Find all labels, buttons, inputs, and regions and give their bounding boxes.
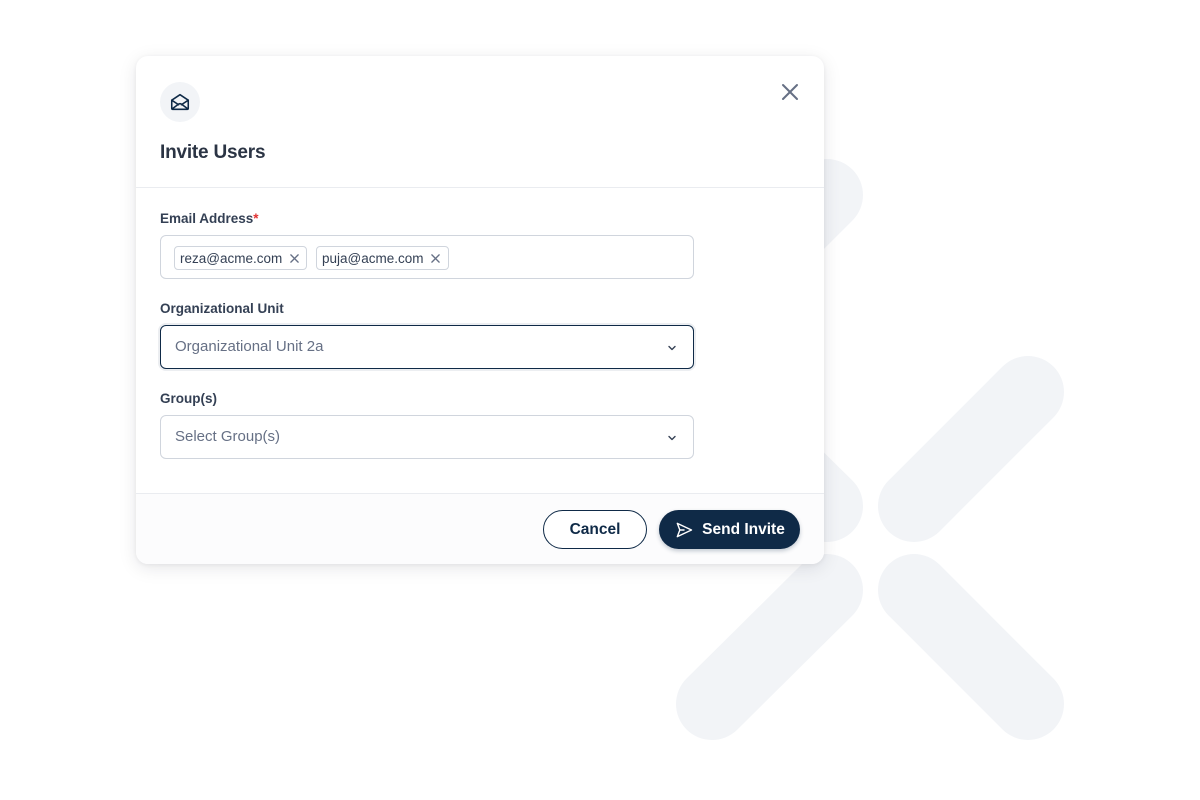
- dialog-header: Invite Users: [136, 56, 824, 188]
- required-marker: *: [253, 211, 259, 226]
- invite-users-dialog: Invite Users Email Address* reza@acme.co…: [136, 56, 824, 564]
- email-chip-label: reza@acme.com: [180, 250, 283, 266]
- groups-label: Group(s): [160, 391, 217, 406]
- organizational-unit-label: Organizational Unit: [160, 301, 284, 316]
- close-button[interactable]: [778, 80, 802, 104]
- email-chip: reza@acme.com: [174, 246, 308, 270]
- send-icon: [674, 520, 694, 540]
- close-icon: [782, 84, 798, 100]
- cancel-button[interactable]: Cancel: [543, 510, 647, 549]
- chevron-down-icon: [668, 435, 676, 441]
- chevron-down-icon: [668, 345, 676, 351]
- remove-chip-icon[interactable]: [288, 252, 300, 264]
- dialog-title: Invite Users: [160, 142, 266, 163]
- dialog-footer: Cancel Send Invite: [136, 493, 824, 564]
- groups-select[interactable]: Select Group(s): [160, 415, 694, 459]
- organizational-unit-value: Organizational Unit 2a: [175, 338, 324, 355]
- email-chip: puja@acme.com: [316, 246, 449, 270]
- send-invite-button[interactable]: Send Invite: [659, 510, 800, 549]
- email-tag-input[interactable]: reza@acme.com puja@acme.com: [160, 235, 694, 279]
- envelope-open-icon: [160, 82, 200, 122]
- groups-placeholder: Select Group(s): [175, 428, 281, 445]
- organizational-unit-select[interactable]: Organizational Unit 2a: [160, 325, 694, 369]
- email-address-label: Email Address*: [160, 211, 259, 226]
- remove-chip-icon[interactable]: [430, 252, 442, 264]
- email-chip-label: puja@acme.com: [322, 250, 424, 266]
- send-invite-label: Send Invite: [702, 520, 785, 538]
